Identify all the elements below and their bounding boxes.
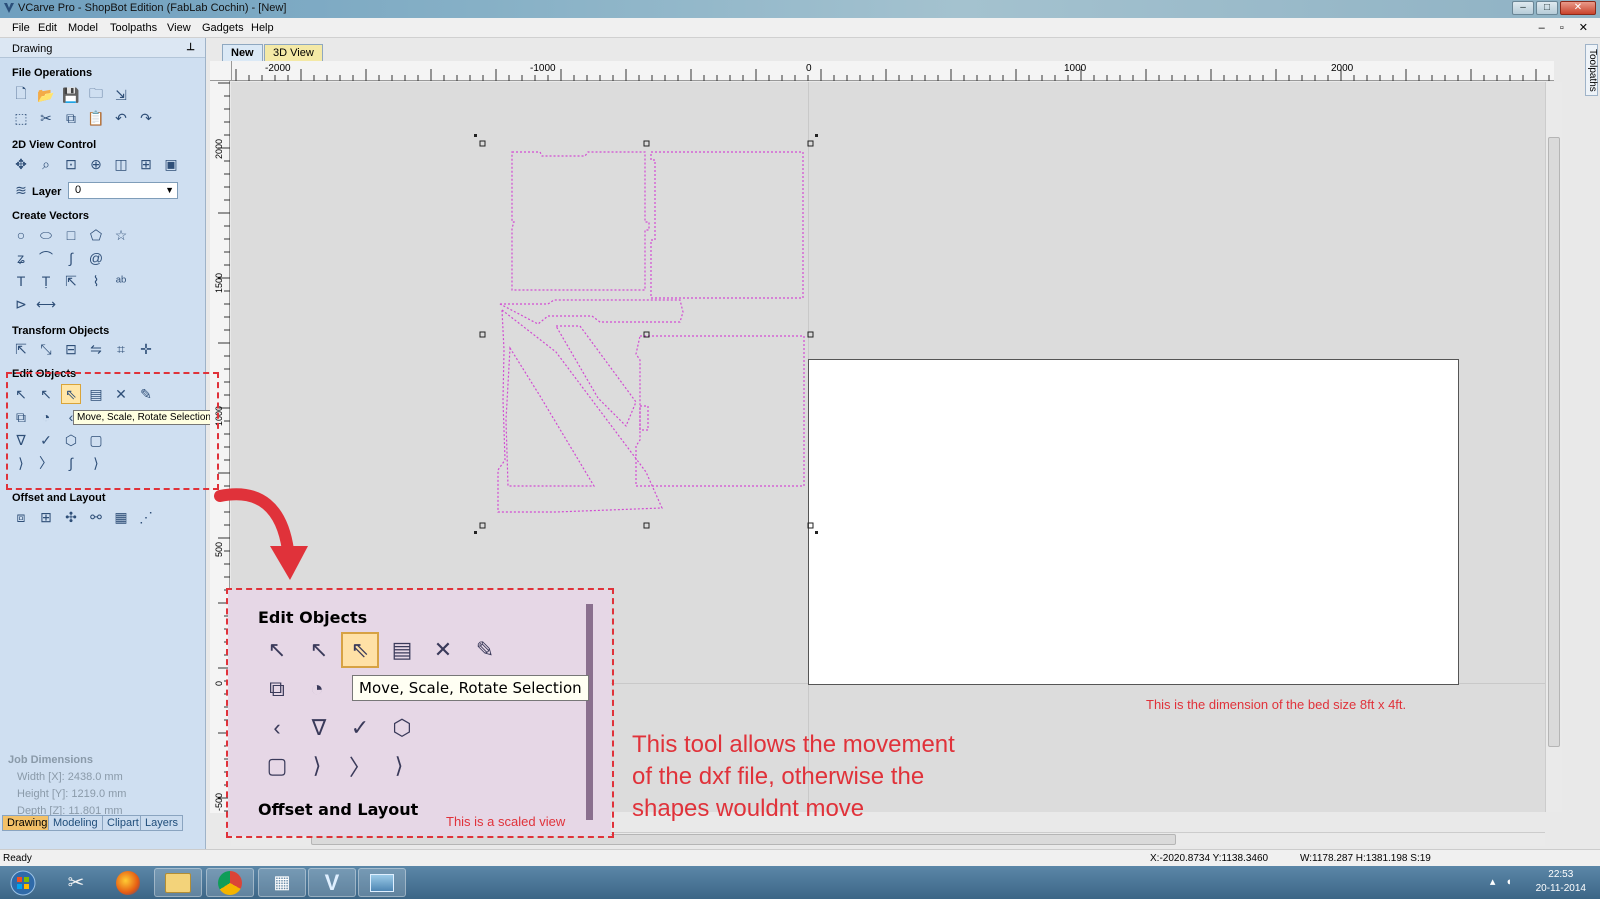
vector-parts [497,151,805,513]
status-coordinates: X:-2020.8734 Y:1138.3460 [1150,853,1269,864]
bed-size-note: This is the dimension of the bed size 8f… [1146,697,1407,712]
calculator-icon: ▦ [273,872,291,892]
volume-icon[interactable]: ◖ [1505,876,1522,888]
taskbar-firefox[interactable] [104,868,152,897]
taskbar: ✂ ▦ V ▴◖ 22:53 20-11-2014 [0,866,1600,899]
windows-logo-icon [10,870,36,895]
vector-part-top-right [650,151,804,299]
image-viewer-icon [370,873,394,892]
tool-note-line-2: of the dxf file, otherwise the [632,763,925,790]
vertical-scroll-thumb[interactable] [1548,137,1560,747]
vector-part-crossbar [499,299,684,325]
tool-explanation-note: This tool allows the movement of the dxf… [632,729,955,825]
red-arrow-icon [214,488,308,580]
tool-note-line-3: shapes wouldnt move [632,795,865,822]
clock[interactable]: 22:53 20-11-2014 [1536,868,1586,896]
tray-arrow-icon[interactable]: ▴ [1490,876,1506,888]
highlight-box-zoomed-view [226,588,614,838]
taskbar-image-viewer[interactable] [358,868,406,897]
firefox-icon [116,870,140,895]
taskbar-chrome[interactable] [206,868,254,897]
status-selection-size: W:1178.287 H:1381.198 S:19 [1300,853,1431,864]
tool-note-line-1: This tool allows the movement [632,731,955,758]
vector-part-bottom-right [635,335,805,487]
folder-icon [165,872,191,893]
vector-part-top-left [511,151,650,291]
taskbar-tools-app[interactable]: ✂ [52,868,100,897]
clock-time: 22:53 [1548,869,1574,880]
highlight-box-edit-objects [6,372,219,490]
taskbar-vcarve-dialog[interactable]: ▦ [258,868,306,897]
taskbar-vcarve-pro[interactable]: V [308,868,356,897]
vertical-scrollbar[interactable] [1545,82,1562,812]
scaled-view-note: This is a scaled view [446,814,566,829]
start-button[interactable] [0,868,46,897]
status-ready: Ready [3,853,32,864]
system-tray[interactable]: ▴◖ [1490,875,1522,888]
chrome-icon [218,870,242,895]
scissors-icon: ✂ [67,872,85,894]
selection-corner-dots [474,134,818,534]
clock-date: 20-11-2014 [1535,883,1586,894]
selection-handles [479,140,814,529]
vector-part-side-triangle [497,308,663,513]
vector-part-diagonal-brace [554,325,637,428]
status-bar: Ready X:-2020.8734 Y:1138.3460 W:1178.28… [0,849,1600,866]
vector-part-slot [639,405,649,431]
vcarve-icon: V [324,869,340,895]
taskbar-explorer[interactable] [154,868,202,897]
